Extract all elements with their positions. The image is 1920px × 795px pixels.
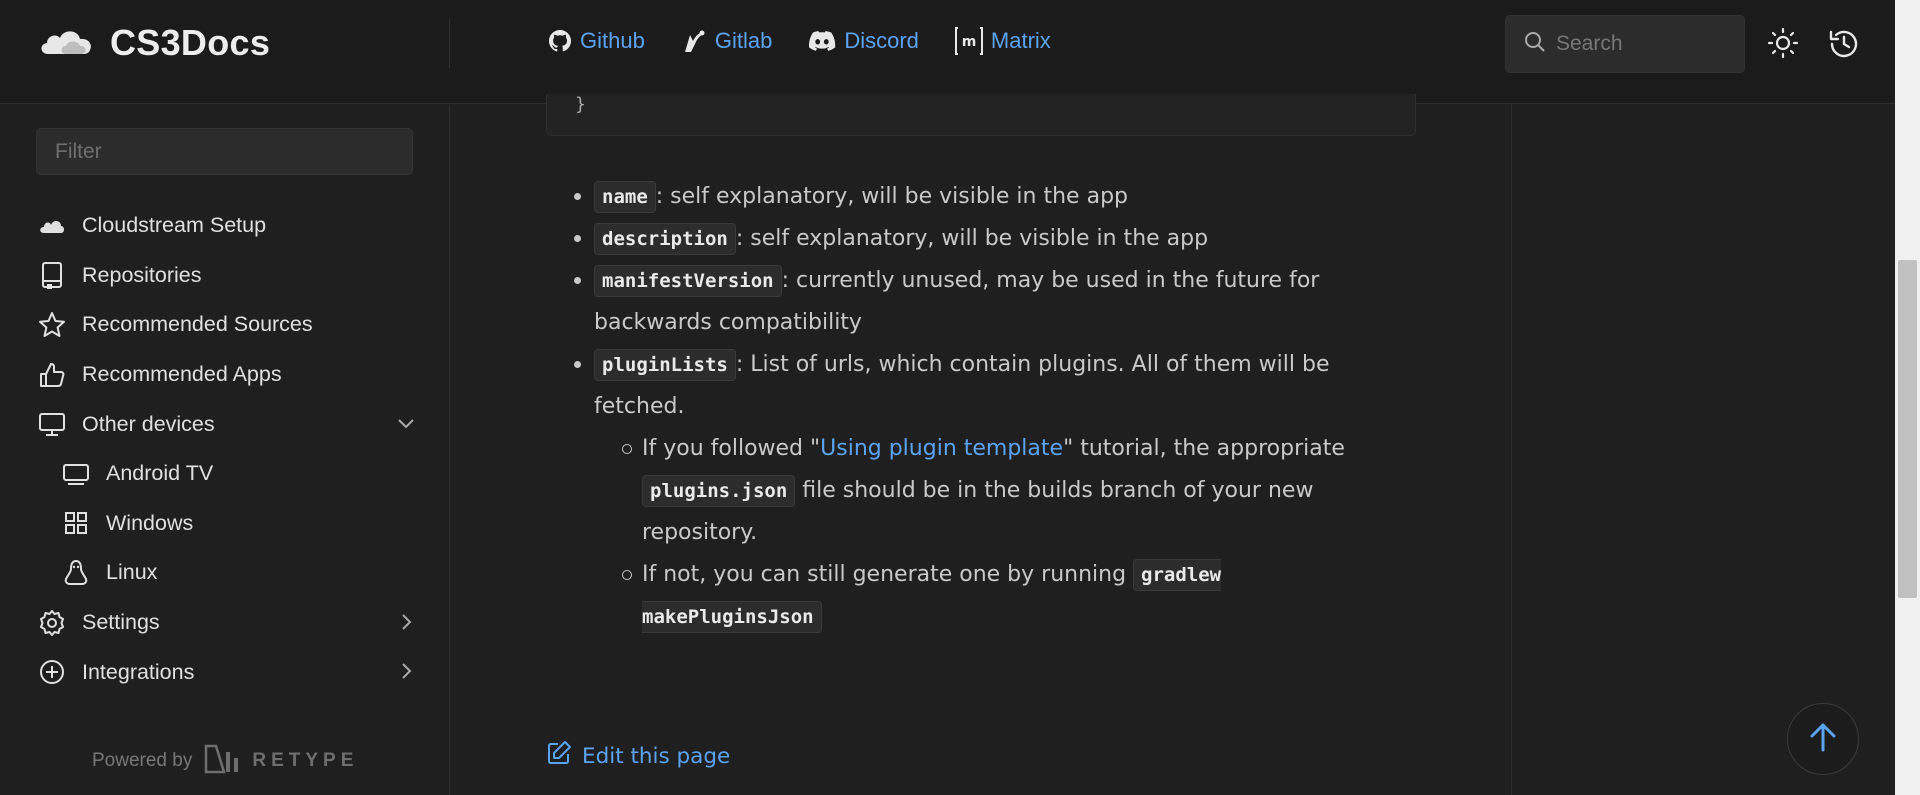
star-icon <box>36 311 68 339</box>
inline-code: plugins.json <box>642 475 796 507</box>
sidebar-item-label: Other devices <box>82 411 215 436</box>
search-input[interactable] <box>1556 32 1736 56</box>
arrow-up-icon <box>1806 720 1840 759</box>
brand[interactable]: CS3Docs <box>38 22 270 64</box>
list-item-text: : self explanatory, will be visible in t… <box>655 184 1128 209</box>
sidebar-item-label: Repositories <box>82 262 202 287</box>
search-box[interactable] <box>1505 15 1745 73</box>
retype-logo-icon <box>204 742 240 780</box>
cloud-logo-icon <box>38 26 94 61</box>
field-list: name: self explanatory, will be visible … <box>574 176 1384 638</box>
sidebar-nav: Cloudstream Setup Repositories Recommend… <box>36 201 416 697</box>
list-item: name: self explanatory, will be visible … <box>574 176 1384 218</box>
history-icon[interactable] <box>1827 27 1861 66</box>
inline-code: pluginLists <box>594 349 736 381</box>
theme-toggle-sun-icon[interactable] <box>1767 27 1799 64</box>
chevron-right-icon[interactable] <box>396 661 416 687</box>
github-icon <box>548 28 572 54</box>
edit-page-label: Edit this page <box>582 743 731 769</box>
plus-circle-icon <box>36 658 68 686</box>
back-to-top-button[interactable] <box>1787 703 1859 775</box>
sidebar-item-label: Recommended Apps <box>82 362 282 387</box>
top-links: Github Gitlab Discord m Matrix <box>548 26 1051 56</box>
search-icon <box>1524 31 1546 58</box>
chevron-right-icon[interactable] <box>396 612 416 638</box>
code-block-tail: } <box>575 94 586 115</box>
powered-by-label: Powered by <box>92 750 193 771</box>
list-item-text: : self explanatory, will be visible in t… <box>735 226 1209 251</box>
list-item: description: self explanatory, will be v… <box>574 218 1384 260</box>
monitor-icon <box>36 411 68 437</box>
matrix-link[interactable]: m Matrix <box>954 26 1051 56</box>
sidebar-item-label: Windows <box>106 510 194 535</box>
windows-icon <box>60 511 92 535</box>
sidebar-item-windows[interactable]: Windows <box>36 499 416 549</box>
gitlab-link-label: Gitlab <box>714 28 773 53</box>
sidebar-item-recommended-sources[interactable]: Recommended Sources <box>36 300 416 350</box>
sidebar-item-label: Settings <box>82 610 160 635</box>
using-plugin-template-link[interactable]: Using plugin template <box>820 436 1063 461</box>
header-divider <box>449 18 450 68</box>
cloud-icon <box>36 218 68 234</box>
book-icon <box>36 261 68 290</box>
discord-link-label: Discord <box>844 28 919 53</box>
gitlab-link[interactable]: Gitlab <box>681 28 772 54</box>
sub-list-item: If you followed "Using plugin template" … <box>622 428 1384 554</box>
gitlab-icon <box>681 28 707 54</box>
main-content: } name: self explanatory, will be visibl… <box>451 94 1511 795</box>
svg-text:m: m <box>962 34 977 50</box>
top-header: CS3Docs Github Gitlab Discord m Matrix <box>0 0 1895 104</box>
github-link[interactable]: Github <box>548 28 645 54</box>
list-item: pluginLists: List of urls, which contain… <box>574 344 1384 638</box>
sidebar-item-label: Linux <box>106 560 158 585</box>
inline-code: description <box>594 223 736 255</box>
sidebar-item-repositories[interactable]: Repositories <box>36 251 416 301</box>
chevron-down-icon[interactable] <box>396 413 416 439</box>
inline-code: manifestVersion <box>594 265 782 297</box>
sidebar: Cloudstream Setup Repositories Recommend… <box>0 105 450 795</box>
linux-icon <box>60 559 92 587</box>
retype-wordmark: RETYPE <box>252 750 359 771</box>
brand-title: CS3Docs <box>110 22 271 63</box>
list-item: manifestVersion: currently unused, may b… <box>574 260 1384 344</box>
thumbs-up-icon <box>36 362 68 388</box>
filter-input[interactable] <box>36 128 413 175</box>
list-item-text: If you followed " <box>642 436 821 461</box>
sidebar-item-recommended-apps[interactable]: Recommended Apps <box>36 350 416 400</box>
edit-icon <box>546 740 572 772</box>
matrix-icon: m <box>954 26 983 56</box>
article-body: name: self explanatory, will be visible … <box>574 176 1384 638</box>
gear-icon <box>36 609 68 637</box>
sidebar-item-label: Android TV <box>106 461 214 486</box>
powered-by-retype[interactable]: Powered by RETYPE <box>92 742 358 780</box>
sub-list-item: If not, you can still generate one by ru… <box>622 554 1384 638</box>
sidebar-item-settings[interactable]: Settings <box>36 598 416 648</box>
code-block: } <box>546 94 1416 136</box>
edit-page-link[interactable]: Edit this page <box>546 740 730 772</box>
toc-divider <box>1511 104 1512 795</box>
sidebar-item-integrations[interactable]: Integrations <box>36 647 416 697</box>
scrollbar-thumb[interactable] <box>1898 260 1917 598</box>
inline-code: name <box>594 181 656 213</box>
sidebar-item-label: Recommended Sources <box>82 312 313 337</box>
sidebar-item-label: Cloudstream Setup <box>82 213 267 238</box>
sidebar-item-linux[interactable]: Linux <box>36 548 416 598</box>
sidebar-item-other-devices[interactable]: Other devices <box>36 399 416 449</box>
list-item-text: If not, you can still generate one by ru… <box>642 562 1134 587</box>
github-link-label: Github <box>580 28 645 53</box>
sidebar-item-android-tv[interactable]: Android TV <box>36 449 416 499</box>
sub-list: If you followed "Using plugin template" … <box>622 428 1384 638</box>
discord-link[interactable]: Discord <box>808 28 919 54</box>
sidebar-item-label: Integrations <box>82 659 195 684</box>
sidebar-item-cloudstream-setup[interactable]: Cloudstream Setup <box>36 201 416 251</box>
discord-icon <box>808 30 836 52</box>
tv-icon <box>60 462 92 486</box>
scrollbar[interactable] <box>1895 0 1920 795</box>
matrix-link-label: Matrix <box>990 28 1051 53</box>
list-item-text: " tutorial, the appropriate <box>1063 436 1345 461</box>
